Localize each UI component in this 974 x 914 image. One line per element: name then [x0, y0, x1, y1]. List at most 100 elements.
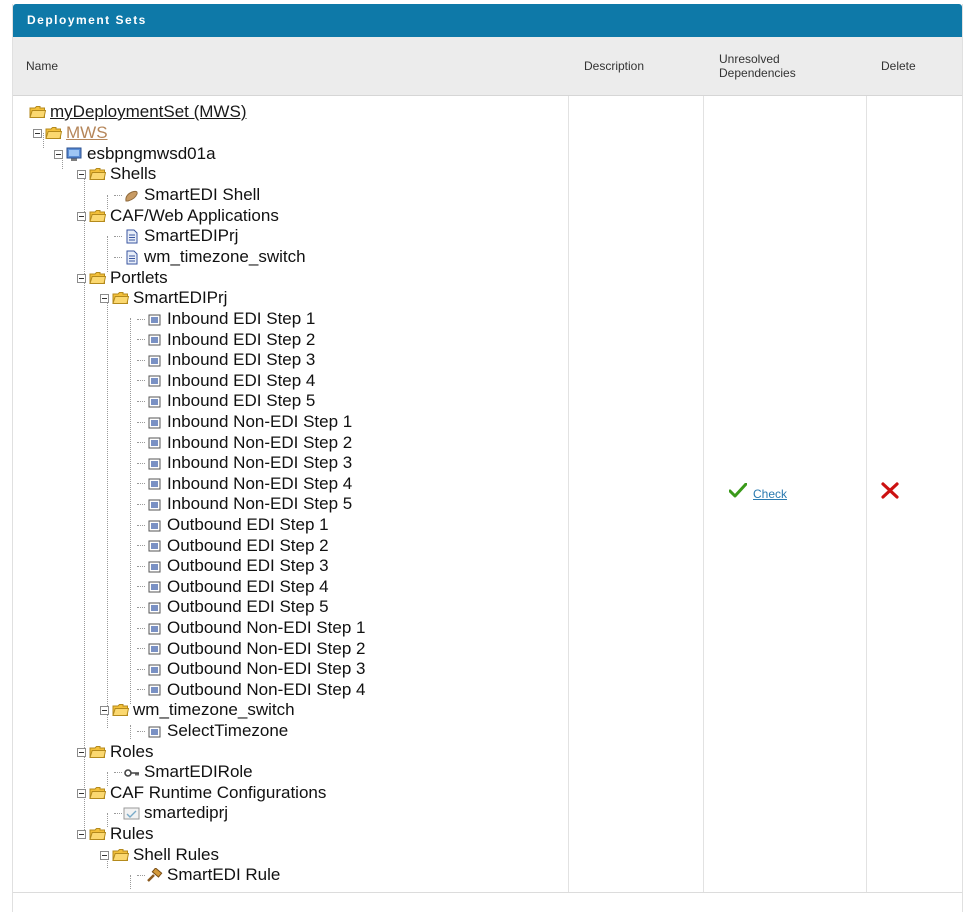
- portlet-icon: [146, 435, 163, 450]
- folder-icon: [112, 848, 129, 863]
- tree-node-label: SmartEDIPrj: [133, 288, 228, 307]
- tree-node-root[interactable]: myDeploymentSet (MWS): [29, 102, 246, 122]
- collapse-toggle-icon[interactable]: [77, 169, 86, 179]
- check-dependencies-link[interactable]: Check: [753, 487, 787, 501]
- tree-guide: [107, 298, 108, 728]
- portlet-icon: [146, 456, 163, 471]
- folder-icon: [29, 105, 46, 120]
- table-header: Name Description Unresolved Dependencies…: [13, 37, 962, 96]
- key-icon: [123, 765, 140, 780]
- folder-icon: [89, 786, 106, 801]
- tree-node-label[interactable]: MWS: [66, 123, 108, 143]
- tree-node-label: Inbound EDI Step 5: [167, 391, 316, 411]
- tree-guide: [130, 875, 131, 889]
- tree-node-portlet: Inbound EDI Step 1: [137, 309, 315, 329]
- tree-connector: [137, 524, 145, 526]
- tree-node-caf-web-apps: CAF/Web Applications: [77, 206, 279, 226]
- tree-node-portlet: Inbound Non-EDI Step 2: [137, 433, 352, 453]
- collapse-toggle-icon[interactable]: [33, 128, 42, 138]
- gavel-icon: [146, 867, 163, 883]
- delete-button[interactable]: [881, 482, 899, 504]
- tree-node-label: SmartEDI Rule: [167, 865, 281, 884]
- collapse-toggle-icon[interactable]: [77, 788, 86, 798]
- tree-node-label: wm_timezone_switch: [133, 700, 295, 719]
- tree-connector: [137, 730, 145, 732]
- folder-icon: [89, 745, 106, 760]
- collapse-toggle-icon[interactable]: [77, 829, 86, 839]
- tree-node-label: CAF/Web Applications: [110, 206, 279, 225]
- tree-node-label: Inbound EDI Step 3: [167, 350, 316, 370]
- folder-icon: [89, 209, 106, 224]
- tree-node-label: Shell Rules: [133, 845, 219, 864]
- collapse-toggle-icon[interactable]: [100, 293, 109, 303]
- collapse-toggle-icon[interactable]: [77, 211, 86, 221]
- collapse-toggle-icon[interactable]: [100, 850, 109, 860]
- tree-node-server: esbpngmwsd01a: [54, 144, 216, 164]
- portlet-icon: [146, 579, 163, 594]
- folder-icon: [45, 126, 62, 141]
- tree-node-label: Inbound Non-EDI Step 5: [167, 494, 353, 514]
- tree-node-portlet: Outbound EDI Step 3: [137, 556, 329, 576]
- tree-connector: [137, 339, 145, 341]
- tree-connector: [137, 380, 145, 382]
- tree-node-rules: Rules: [77, 824, 153, 844]
- checkmark-icon: [728, 482, 748, 501]
- tree-connector: [137, 442, 145, 444]
- portlet-icon: [146, 497, 163, 512]
- tree-node-caf-runtime-item: smartediprj: [114, 803, 228, 823]
- tree-connector: [137, 400, 145, 402]
- tree-node-shell-item: SmartEDI Shell: [114, 185, 260, 205]
- tree-node-label: Outbound Non-EDI Step 1: [167, 618, 366, 637]
- tree-node-shell-rules: Shell Rules: [100, 845, 219, 865]
- tree-node-label: SmartEDI Shell: [144, 185, 261, 204]
- tree-node-label: SelectTimezone: [167, 721, 289, 740]
- tree-node-mws[interactable]: MWS: [33, 123, 108, 143]
- tree-connector: [137, 503, 145, 505]
- tree-connector: [137, 874, 145, 876]
- tree-node-portlet-group: wm_timezone_switch: [100, 700, 295, 720]
- tree-connector: [137, 462, 145, 464]
- tree-connector: [137, 648, 145, 650]
- tree-node-portlet: Outbound EDI Step 1: [137, 515, 329, 535]
- shell-icon: [123, 188, 140, 203]
- collapse-toggle-icon[interactable]: [77, 747, 86, 757]
- collapse-toggle-icon[interactable]: [54, 149, 63, 159]
- tree-connector: [137, 359, 145, 361]
- tree-node-portlet: SelectTimezone: [137, 721, 288, 741]
- tree-node-portlet: Inbound EDI Step 5: [137, 391, 315, 411]
- tree-node-portlet: Inbound Non-EDI Step 4: [137, 474, 352, 494]
- tree-node-shells: Shells: [77, 164, 156, 184]
- portlet-icon: [146, 476, 163, 491]
- tree-connector: [137, 606, 145, 608]
- tree-connector: [137, 689, 145, 691]
- tree-guide: [107, 236, 108, 272]
- tree-connector: [137, 318, 145, 320]
- tree-node-label: Inbound EDI Step 4: [167, 370, 316, 390]
- portlet-icon: [146, 559, 163, 574]
- column-divider: [568, 96, 569, 892]
- folder-icon: [112, 703, 129, 718]
- column-divider: [703, 96, 704, 892]
- tree-connector: [137, 545, 145, 547]
- tree-node-portlet: Outbound EDI Step 5: [137, 597, 329, 617]
- tree-connector: [137, 421, 145, 423]
- tree-connector: [137, 668, 145, 670]
- delete-x-icon: [881, 482, 899, 503]
- tree-node-label[interactable]: myDeploymentSet (MWS): [50, 102, 246, 122]
- collapse-toggle-icon[interactable]: [100, 705, 109, 715]
- tree-node-label: Outbound EDI Step 3: [167, 556, 329, 576]
- tree-node-label: wm_timezone_switch: [144, 247, 306, 266]
- collapse-toggle-icon[interactable]: [77, 273, 86, 283]
- table-row: myDeploymentSet (MWS) MWS esbpngmwsd01a She…: [13, 96, 962, 893]
- column-header-unresolved-dependencies: Unresolved Dependencies: [719, 52, 796, 80]
- tree-node-caf-web-item: SmartEDIPrj: [114, 226, 238, 246]
- tree-node-portlet: Outbound Non-EDI Step 3: [137, 659, 365, 679]
- tree-node-portlet: Inbound EDI Step 2: [137, 330, 315, 350]
- column-divider: [866, 96, 867, 892]
- tree-node-label: Rules: [110, 824, 154, 843]
- tree-connector: [114, 771, 122, 773]
- tree-node-label: Shells: [110, 164, 157, 183]
- tree-node-label: Inbound Non-EDI Step 4: [167, 473, 353, 493]
- portlet-icon: [146, 662, 163, 677]
- tree-node-label: Outbound EDI Step 4: [167, 576, 329, 596]
